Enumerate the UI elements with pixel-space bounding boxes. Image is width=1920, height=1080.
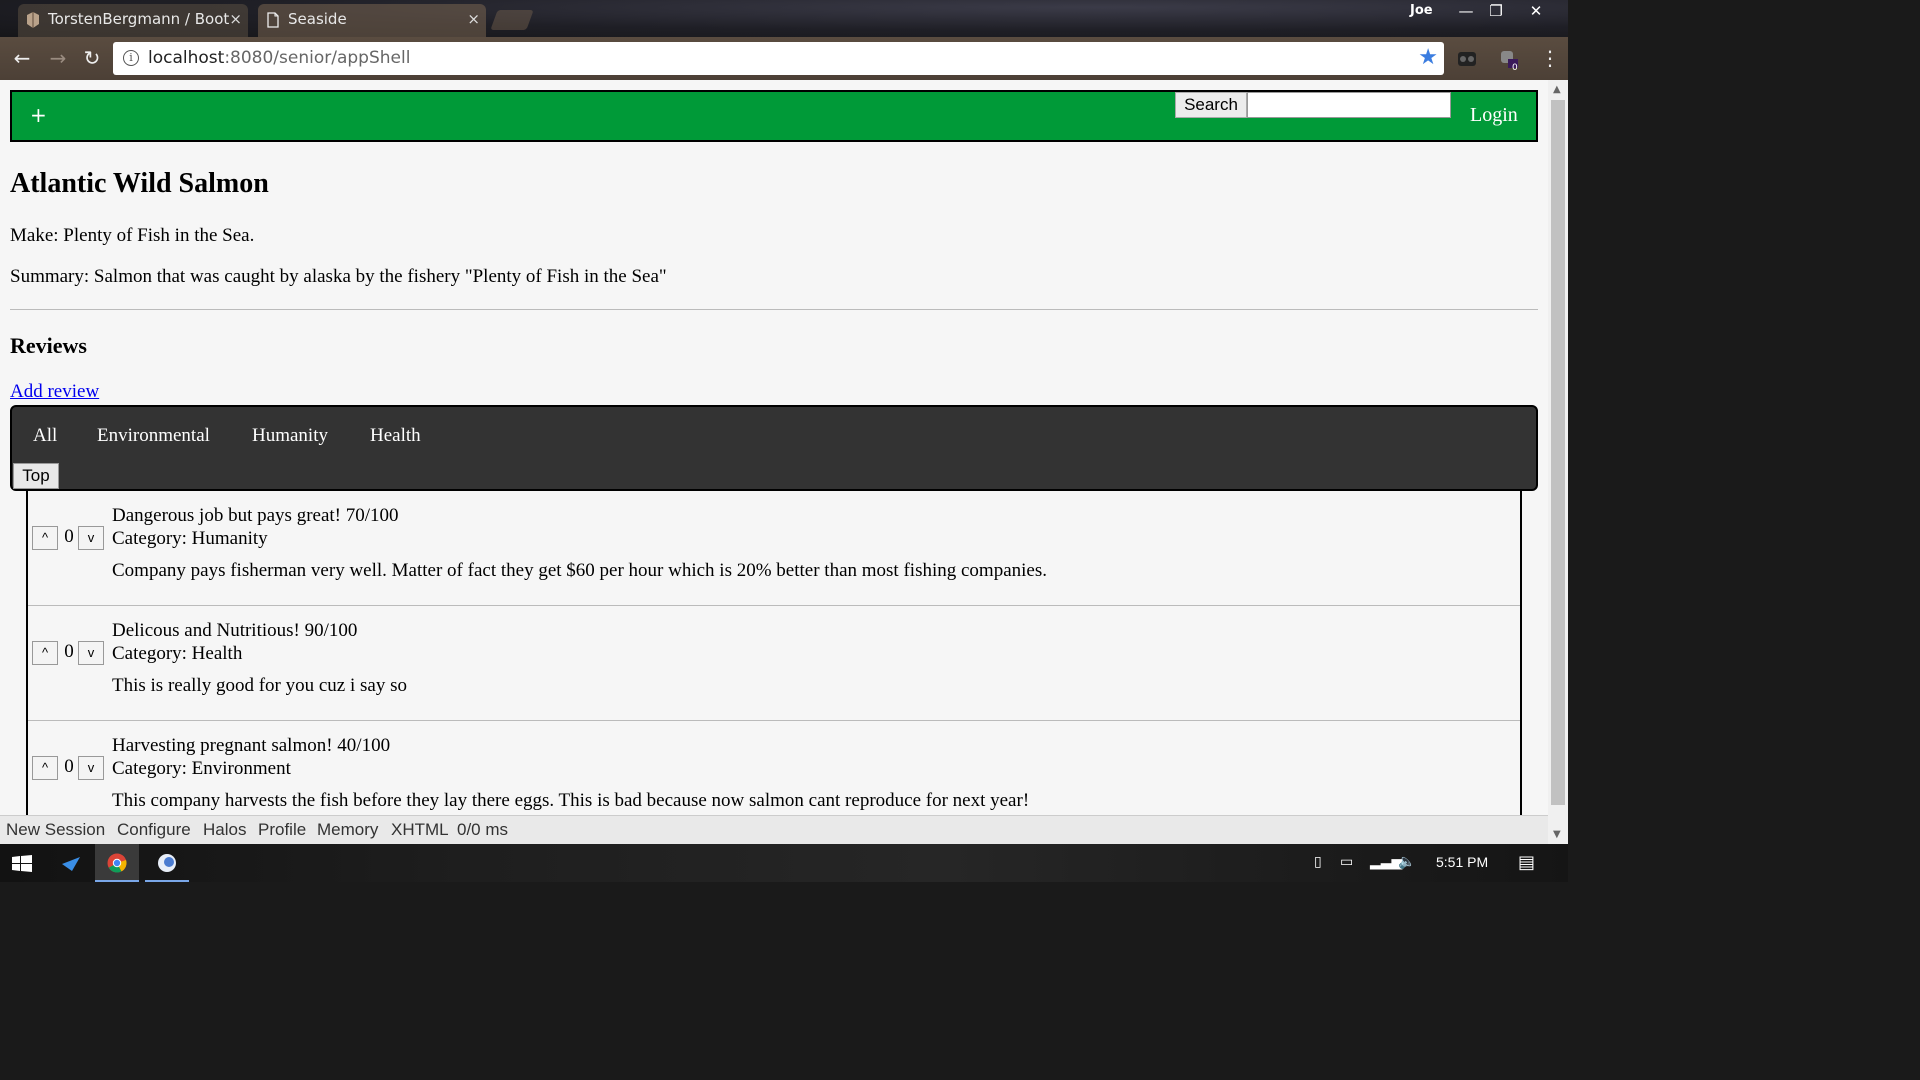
downvote-button[interactable]: v [78,641,104,665]
windows-taskbar: ▯ ▭ ▂▃▅ 🔈 5:51 PM ▤ [0,844,1568,882]
address-bar[interactable]: i localhost:8080/senior/appShell ★ [113,42,1444,75]
upvote-button[interactable]: ^ [32,641,58,665]
review-category: Category: Health [112,643,243,664]
back-arrow-icon[interactable]: ← [8,45,36,73]
downvote-button[interactable]: v [78,526,104,550]
profile-name[interactable]: Joe [1410,3,1433,18]
browser-toolbar: ← → ↻ i localhost:8080/senior/appShell ★… [0,37,1568,80]
xhtml-link[interactable]: XHTML [391,820,449,840]
product-title: Atlantic Wild Salmon [10,168,269,199]
url-host: localhost [148,48,225,68]
bookmark-star-icon[interactable]: ★ [1418,45,1438,70]
taskbar-clock[interactable]: 5:51 PM [1436,854,1488,870]
memory-link[interactable]: Memory [317,820,378,840]
search-button[interactable]: Search [1175,92,1247,118]
tab-label: TorstenBergmann / Boot [48,10,230,28]
close-window-button[interactable]: ✕ [1518,0,1554,24]
new-session-link[interactable]: New Session [6,820,105,840]
notifications-icon[interactable]: ▤ [1518,852,1535,873]
incognito-extension-icon[interactable] [1457,48,1477,68]
review-item: ^ 0 v Dangerous job but pays great! 70/1… [28,491,1520,606]
filter-tab-environmental[interactable]: Environmental [97,425,210,447]
upvote-button[interactable]: ^ [32,526,58,550]
reviews-heading: Reviews [10,333,87,358]
section-divider [10,309,1538,310]
review-title: Dangerous job but pays great! 70/100 [112,505,399,526]
url-path: :8080/senior/appShell [224,48,411,68]
forward-arrow-icon[interactable]: → [44,45,72,73]
seaside-dev-toolbar: New Session Configure Halos Profile Memo… [0,815,1548,844]
review-body: Company pays fisherman very well. Matter… [112,560,1047,581]
upvote-button[interactable]: ^ [32,756,58,780]
review-filter-bar: All Environmental Humanity Health Top [10,405,1538,491]
info-icon[interactable]: i [123,50,139,66]
search-input[interactable] [1247,92,1451,118]
configure-link[interactable]: Configure [117,820,191,840]
review-body: This company harvests the fish before th… [112,790,1030,811]
page-favicon-icon [267,12,279,28]
github-favicon-icon [27,12,39,28]
taskbar-chrome-button[interactable] [95,844,139,882]
tab-close-icon[interactable]: × [467,4,480,35]
tab-strip: TorstenBergmann / Boot × Seaside × Joe —… [0,0,1568,37]
volume-icon[interactable]: 🔈 [1398,854,1415,870]
tab-close-icon[interactable]: × [229,4,242,35]
review-category: Category: Environment [112,758,291,779]
review-body: This is really good for you cuz i say so [112,675,407,696]
sort-top-button[interactable]: Top [13,463,59,489]
scroll-up-arrow-icon[interactable]: ▲ [1553,84,1561,95]
browser-chrome: TorstenBergmann / Boot × Seaside × Joe —… [0,0,1568,80]
tab-github[interactable]: TorstenBergmann / Boot × [18,4,248,37]
site-header: + Search Login [10,90,1538,142]
product-make: Make: Plenty of Fish in the Sea. [10,225,255,246]
new-tab-button[interactable] [490,10,534,30]
restore-button[interactable]: ❐ [1478,0,1514,24]
review-list: ^ 0 v Dangerous job but pays great! 70/1… [26,491,1522,821]
url-text[interactable]: localhost:8080/senior/appShell [148,48,410,68]
review-title: Harvesting pregnant salmon! 40/100 [112,735,391,756]
menu-dots-icon[interactable]: ⋮ [1540,45,1560,71]
render-time: 0/0 ms [457,820,509,839]
extension-badge: 0 [1512,63,1518,73]
chrome-icon [107,853,127,873]
app-icon[interactable] [60,855,82,873]
review-item: ^ 0 v Delicous and Nutritious! 90/100 Ca… [28,606,1520,721]
pharo-icon [158,854,176,872]
vote-count: 0 [64,526,74,547]
reload-icon[interactable]: ↻ [78,45,106,73]
review-category: Category: Humanity [112,528,268,549]
page-viewport: + Search Login Atlantic Wild Salmon Make… [0,80,1568,844]
filter-tab-health[interactable]: Health [370,425,421,447]
vote-count: 0 [64,756,74,777]
halos-link[interactable]: Halos [203,820,246,840]
add-review-link[interactable]: Add review [10,381,99,403]
filter-tab-all[interactable]: All [33,425,57,447]
usb-icon[interactable]: ▯ [1314,854,1322,870]
scroll-thumb[interactable] [1551,100,1565,805]
login-link[interactable]: Login [1470,104,1518,127]
filter-tab-humanity[interactable]: Humanity [252,425,328,447]
vote-count: 0 [64,641,74,662]
page-content: + Search Login Atlantic Wild Salmon Make… [0,80,1548,821]
windows-start-icon[interactable] [12,855,32,872]
taskbar-app-button[interactable] [145,844,189,882]
tab-seaside[interactable]: Seaside × [258,4,486,37]
battery-icon[interactable]: ▭ [1340,854,1353,870]
profile-link[interactable]: Profile [258,820,306,840]
product-summary: Summary: Salmon that was caught by alask… [10,266,667,287]
review-title: Delicous and Nutritious! 90/100 [112,620,358,641]
tab-label: Seaside [288,10,347,28]
plus-button[interactable]: + [30,103,47,127]
vertical-scrollbar[interactable]: ▲ ▼ [1548,80,1568,844]
downvote-button[interactable]: v [78,756,104,780]
scroll-down-arrow-icon[interactable]: ▼ [1553,829,1561,840]
